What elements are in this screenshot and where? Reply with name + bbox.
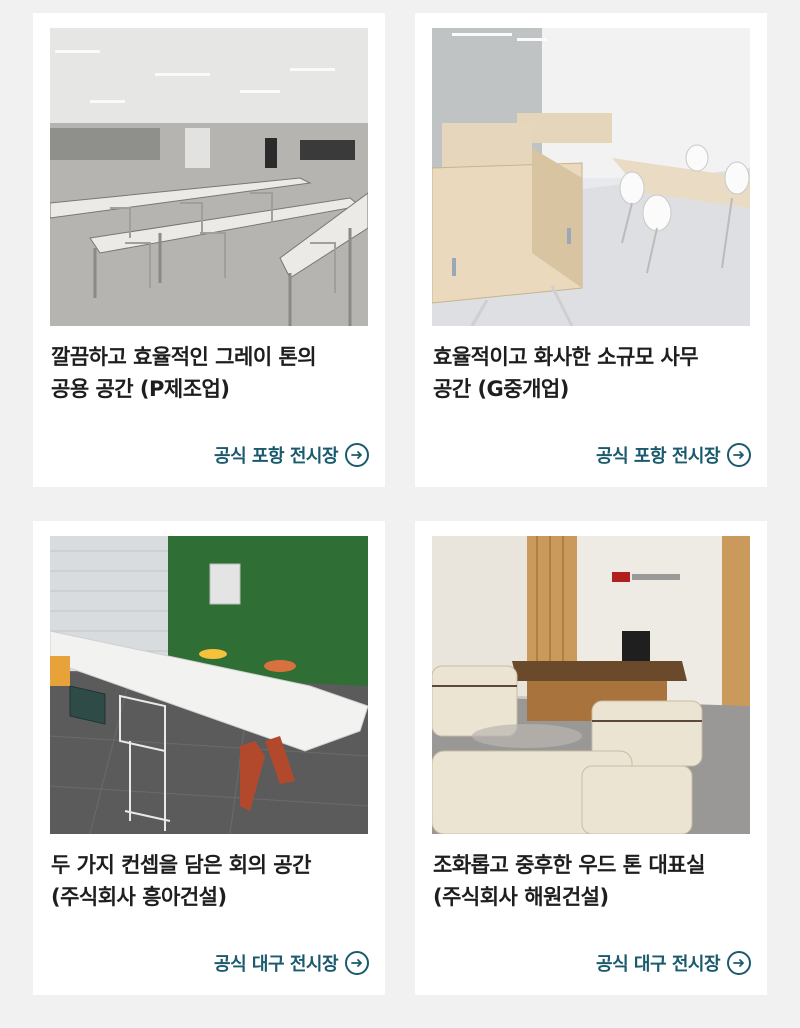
card-title-line2: (주식회사 흥아건설)	[51, 885, 227, 909]
showroom-link-label: 공식 포항 전시장	[214, 446, 338, 467]
arrow-right-circle-icon	[727, 443, 751, 467]
showroom-link[interactable]: 공식 대구 전시장	[596, 950, 751, 976]
showroom-link-label: 공식 포항 전시장	[596, 446, 720, 467]
wood-executive-room-photo[interactable]	[432, 536, 750, 834]
green-meeting-room-photo[interactable]	[50, 536, 368, 834]
arrow-right-circle-icon	[345, 443, 369, 467]
showcase-card[interactable]: 조화롭고 중후한 우드 톤 대표실 (주식회사 해원건설) 공식 대구 전시장	[415, 521, 767, 995]
card-title-line1: 두 가지 컨셉을 담은 회의 공간	[51, 853, 311, 877]
grey-cafeteria-photo[interactable]	[50, 28, 368, 326]
card-title-line1: 깔끔하고 효율적인 그레이 톤의	[51, 345, 317, 369]
card-title: 효율적이고 화사한 소규모 사무 공간 (G중개업)	[433, 341, 753, 405]
showcase-card[interactable]: 두 가지 컨셉을 담은 회의 공간 (주식회사 흥아건설) 공식 대구 전시장	[33, 521, 385, 995]
card-title-line2: 공용 공간 (P제조업)	[51, 377, 230, 401]
arrow-right-circle-icon	[727, 951, 751, 975]
card-title: 조화롭고 중후한 우드 톤 대표실 (주식회사 해원건설)	[433, 849, 753, 913]
arrow-right-circle-icon	[345, 951, 369, 975]
showroom-link-label: 공식 대구 전시장	[596, 954, 720, 975]
showcase-card[interactable]: 효율적이고 화사한 소규모 사무 공간 (G중개업) 공식 포항 전시장	[415, 13, 767, 487]
card-title: 두 가지 컨셉을 담은 회의 공간 (주식회사 흥아건설)	[51, 849, 371, 913]
showcase-grid: 깔끔하고 효율적인 그레이 톤의 공용 공간 (P제조업) 공식 포항 전시장	[0, 0, 800, 1028]
card-title-line2: 공간 (G중개업)	[433, 377, 569, 401]
showcase-card[interactable]: 깔끔하고 효율적인 그레이 톤의 공용 공간 (P제조업) 공식 포항 전시장	[33, 13, 385, 487]
card-title-line1: 효율적이고 화사한 소규모 사무	[433, 345, 699, 369]
card-title-line1: 조화롭고 중후한 우드 톤 대표실	[433, 853, 705, 877]
wood-desk-office-photo[interactable]	[432, 28, 750, 326]
showroom-link-label: 공식 대구 전시장	[214, 954, 338, 975]
showroom-link[interactable]: 공식 대구 전시장	[214, 950, 369, 976]
card-title: 깔끔하고 효율적인 그레이 톤의 공용 공간 (P제조업)	[51, 341, 371, 405]
showroom-link[interactable]: 공식 포항 전시장	[596, 442, 751, 468]
showroom-link[interactable]: 공식 포항 전시장	[214, 442, 369, 468]
card-title-line2: (주식회사 해원건설)	[433, 885, 609, 909]
